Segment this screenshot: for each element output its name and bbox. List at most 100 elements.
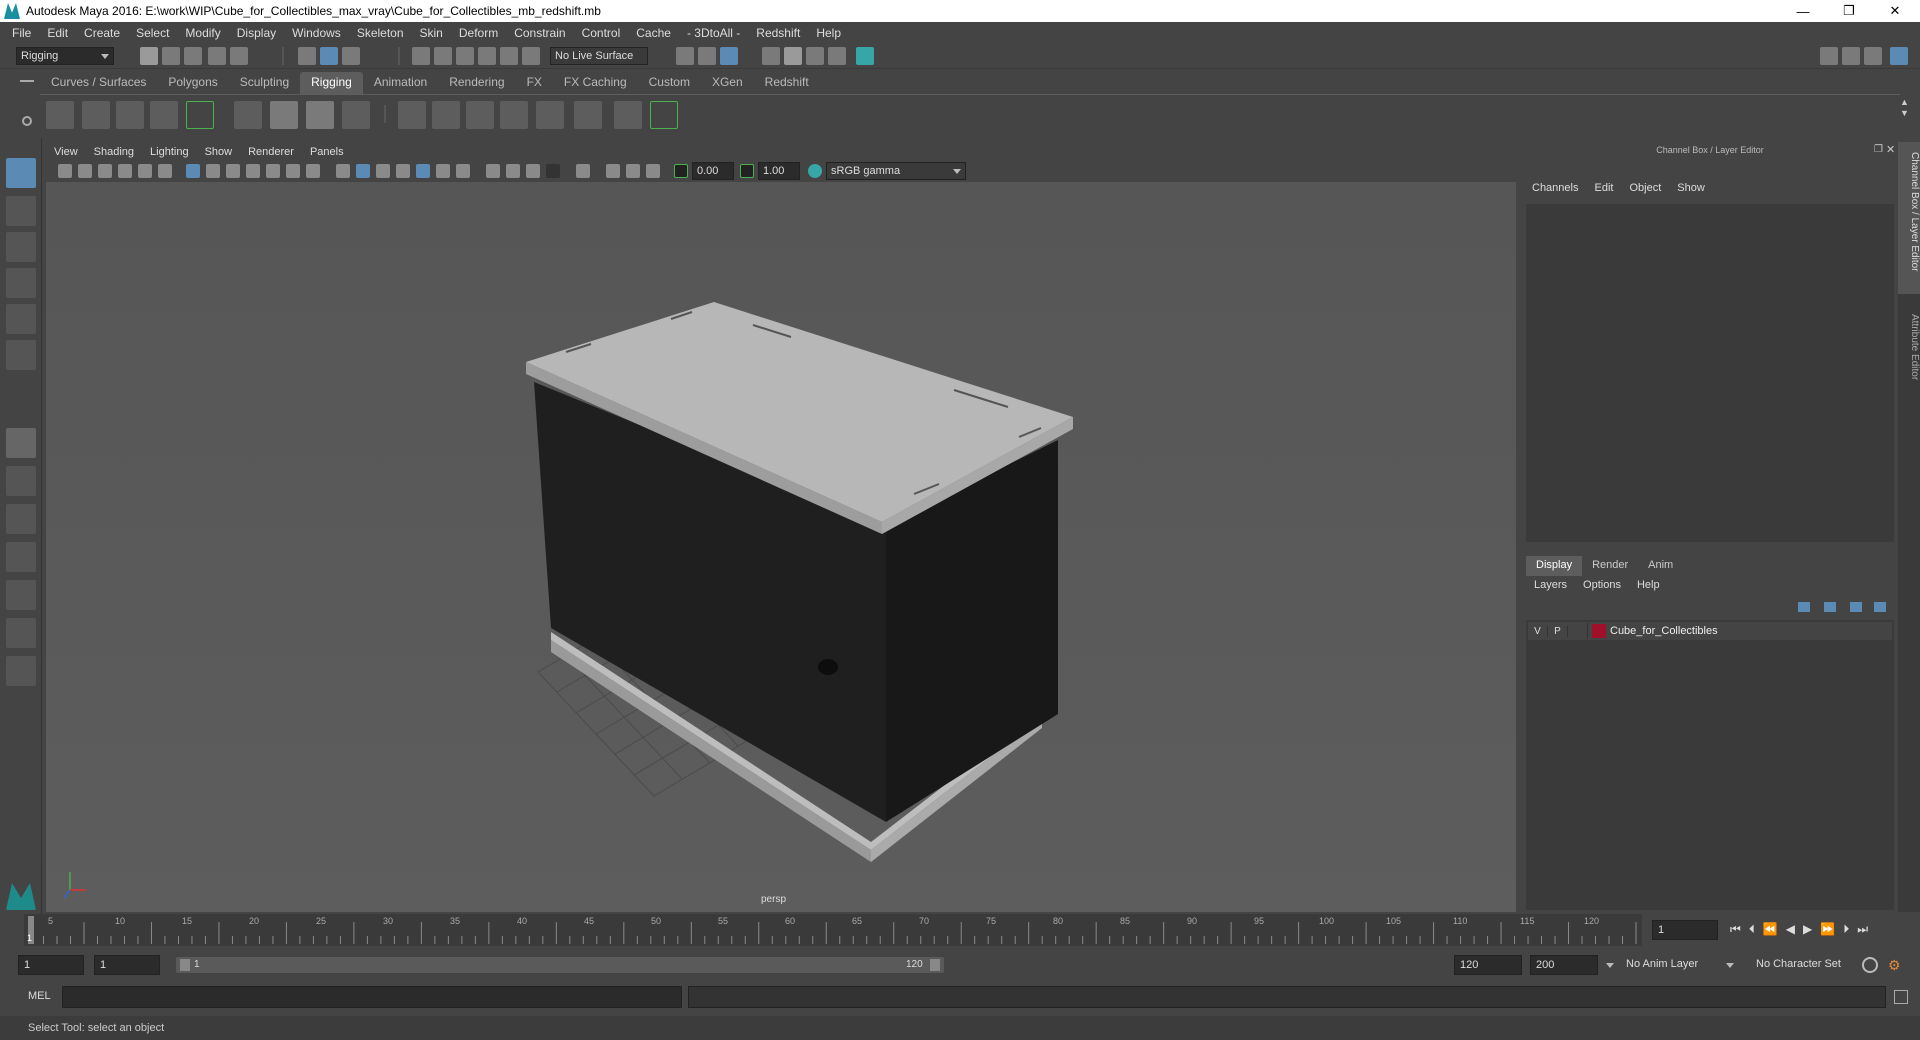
panel-menu-show[interactable]: Show — [197, 146, 241, 158]
smooth-shade-icon[interactable] — [356, 164, 370, 178]
isolate-select-icon[interactable] — [576, 164, 590, 178]
channel-menu-show[interactable]: Show — [1669, 182, 1713, 200]
shelf-tab-curves-surfaces[interactable]: Curves / Surfaces — [40, 72, 157, 94]
close-button[interactable]: ✕ — [1872, 0, 1918, 22]
menu-cache[interactable]: Cache — [628, 26, 679, 40]
new-empty-layer-icon[interactable] — [1850, 602, 1862, 612]
command-language-label[interactable]: MEL — [28, 990, 51, 1002]
depth-of-field-icon[interactable] — [546, 164, 560, 178]
current-frame-field[interactable]: 1 — [1652, 920, 1718, 940]
shelf-tab-fx[interactable]: FX — [516, 72, 553, 94]
exposure-field[interactable]: 0.00 — [692, 162, 734, 180]
paint-select-tool-icon[interactable] — [6, 232, 36, 262]
shelf-tab-fx-caching[interactable]: FX Caching — [553, 72, 638, 94]
panel-menu-renderer[interactable]: Renderer — [240, 146, 302, 158]
select-by-hierarchy-icon[interactable] — [298, 47, 316, 65]
snap-point-icon[interactable] — [456, 47, 474, 65]
shelf-tab-animation[interactable]: Animation — [363, 72, 438, 94]
shadows-icon[interactable] — [456, 164, 470, 178]
panel-menu-panels[interactable]: Panels — [302, 146, 352, 158]
layer-visibility-toggle[interactable]: V — [1528, 625, 1548, 637]
select-by-component-icon[interactable] — [342, 47, 360, 65]
exposure-icon[interactable] — [674, 164, 688, 178]
construction-history-icon[interactable] — [676, 47, 694, 65]
pole-vector-icon[interactable] — [574, 101, 602, 129]
shelf-tab-custom[interactable]: Custom — [638, 72, 701, 94]
undo-icon[interactable] — [208, 47, 226, 65]
gamma-field[interactable]: 1.00 — [758, 162, 800, 180]
shelf-tab-xgen[interactable]: XGen — [701, 72, 754, 94]
step-back-frame-icon[interactable]: ⏴ — [1749, 922, 1763, 936]
step-forward-frame-icon[interactable]: ⏵ — [1843, 922, 1857, 936]
use-all-lights-icon[interactable] — [436, 164, 450, 178]
motion-blur-icon[interactable] — [506, 164, 520, 178]
custom-layout-icon[interactable] — [6, 656, 36, 686]
field-chart-icon[interactable] — [266, 164, 280, 178]
grease-pencil-icon[interactable] — [158, 164, 172, 178]
paint-weights-icon[interactable] — [270, 101, 298, 129]
channel-menu-edit[interactable]: Edit — [1586, 182, 1621, 200]
close-panel-icon[interactable]: ✕ — [1886, 143, 1895, 156]
menu-control[interactable]: Control — [574, 26, 629, 40]
animation-start-field[interactable]: 1 — [18, 955, 84, 975]
snap-grid-icon[interactable] — [412, 47, 430, 65]
range-slider-start-handle[interactable] — [180, 959, 190, 971]
viewport-persp[interactable]: persp — [46, 182, 1516, 912]
shelf-tab-rigging[interactable]: Rigging — [300, 72, 363, 94]
render-view-icon[interactable] — [698, 47, 716, 65]
gamma-icon[interactable] — [740, 164, 754, 178]
play-backwards-icon[interactable]: ◀ — [1786, 922, 1803, 936]
float-panel-icon[interactable]: ❐ — [1874, 144, 1883, 155]
menu-redshift[interactable]: Redshift — [748, 26, 808, 40]
playback-end-field[interactable]: 120 — [1454, 955, 1522, 975]
auto-key-icon[interactable] — [1862, 957, 1878, 973]
move-layer-up-icon[interactable] — [1798, 602, 1810, 612]
menu-file[interactable]: File — [4, 26, 39, 40]
new-scene-icon[interactable] — [140, 47, 158, 65]
select-by-object-icon[interactable] — [320, 47, 338, 65]
step-back-key-icon[interactable]: ⏪ — [1763, 922, 1786, 936]
persp-outliner-layout-icon[interactable] — [6, 504, 36, 534]
point-constraint-icon[interactable] — [432, 101, 460, 129]
chevron-down-icon[interactable] — [1606, 963, 1614, 968]
menu-help[interactable]: Help — [808, 26, 849, 40]
shelf-scroll-arrows-icon[interactable]: ▲ ▼ — [1900, 97, 1909, 119]
menu-create[interactable]: Create — [76, 26, 128, 40]
render-current-frame-icon[interactable] — [720, 47, 738, 65]
shelf-tab-rendering[interactable]: Rendering — [438, 72, 515, 94]
toggle-tool-settings-icon[interactable] — [1864, 47, 1882, 65]
film-gate-icon[interactable] — [206, 164, 220, 178]
panel-menu-lighting[interactable]: Lighting — [142, 146, 197, 158]
default-material-icon[interactable] — [376, 164, 390, 178]
command-input[interactable] — [62, 986, 682, 1008]
wireframe-icon[interactable] — [336, 164, 350, 178]
ipr-render-icon[interactable] — [762, 47, 780, 65]
redshift-render-view-icon[interactable] — [828, 47, 846, 65]
mirror-joint-icon[interactable] — [150, 101, 178, 129]
orient-constraint-icon[interactable] — [466, 101, 494, 129]
snap-curve-icon[interactable] — [434, 47, 452, 65]
single-perspective-layout-icon[interactable] — [6, 428, 36, 458]
aim-constraint-icon[interactable] — [536, 101, 564, 129]
menu-skeleton[interactable]: Skeleton — [349, 26, 412, 40]
render-settings-icon[interactable] — [784, 47, 802, 65]
rotate-tool-icon[interactable] — [6, 304, 36, 334]
bookmark-icon[interactable] — [98, 164, 112, 178]
move-layer-down-icon[interactable] — [1824, 602, 1836, 612]
live-surface-field[interactable]: No Live Surface — [550, 47, 648, 65]
scale-tool-icon[interactable] — [6, 340, 36, 370]
animation-preferences-icon[interactable]: ⚙ — [1888, 957, 1904, 973]
go-to-start-icon[interactable]: ⏮ — [1730, 922, 1749, 936]
new-layer-selected-icon[interactable] — [1874, 602, 1886, 612]
xray-joints-icon[interactable] — [646, 164, 660, 178]
shelf-settings-icon[interactable] — [22, 116, 32, 126]
resolution-gate-icon[interactable] — [226, 164, 240, 178]
safe-action-icon[interactable] — [286, 164, 300, 178]
lattice-icon[interactable] — [306, 101, 334, 129]
menu-constrain[interactable]: Constrain — [506, 26, 573, 40]
menu-deform[interactable]: Deform — [451, 26, 506, 40]
grid-icon[interactable] — [186, 164, 200, 178]
toggle-channel-box-icon[interactable] — [1890, 47, 1908, 65]
range-slider[interactable]: 1 120 — [176, 957, 944, 973]
bind-skin-icon[interactable] — [234, 101, 262, 129]
